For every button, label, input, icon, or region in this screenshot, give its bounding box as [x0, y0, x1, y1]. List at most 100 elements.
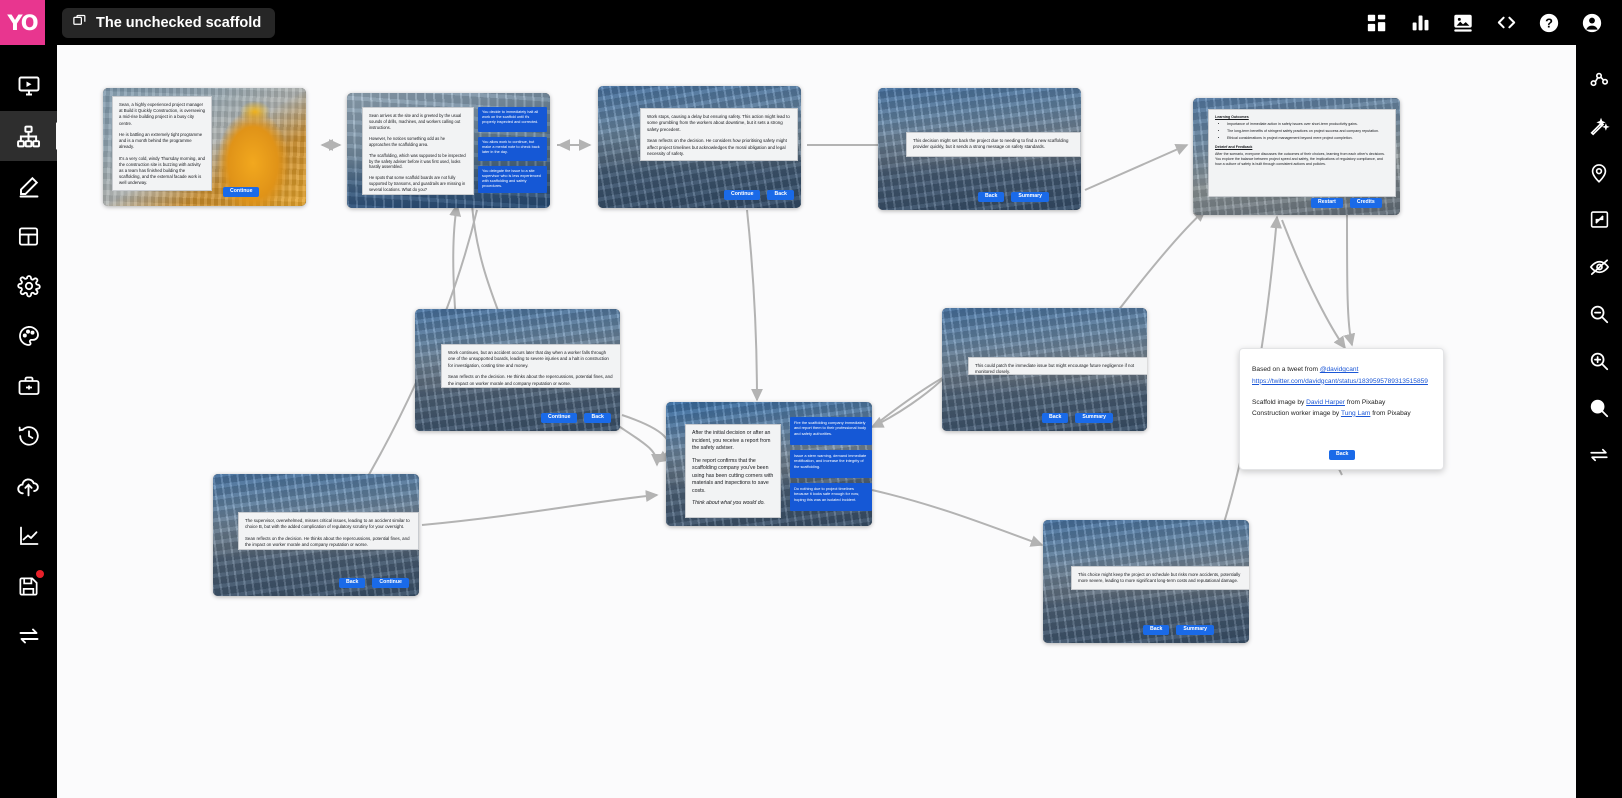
user-account-icon[interactable]	[1580, 11, 1604, 35]
node-accident[interactable]: Work continues, but an accident occurs l…	[415, 309, 620, 431]
back-button[interactable]: Back	[767, 189, 794, 200]
top-bar: YO The unchecked scaffold ?	[0, 0, 1622, 45]
node-choice-option[interactable]: Issue a stern warning, demand immediate …	[790, 450, 872, 478]
swap-arrows-icon[interactable]	[1576, 431, 1622, 478]
sidebar-item-stats[interactable]	[0, 511, 57, 561]
sidebar-item-settings[interactable]	[0, 261, 57, 311]
zoom-in-icon[interactable]	[1576, 337, 1622, 384]
back-button[interactable]: Back	[339, 577, 366, 588]
node-supervisor[interactable]: The supervisor, overwhelmed, misses crit…	[213, 474, 419, 596]
node-paragraph: Sean reflects on the decision. He consid…	[647, 138, 787, 156]
sidebar-item-save[interactable]	[0, 561, 57, 611]
node-choice-option[interactable]: You decide to immediately halt all work …	[478, 107, 547, 132]
node-paragraph: Sean reflects on the decision. He thinks…	[245, 535, 410, 548]
continue-button[interactable]: Continue	[724, 189, 761, 200]
credits-line-worker: Construction worker image by Tung Lam fr…	[1252, 409, 1431, 420]
right-toolbar	[1576, 45, 1622, 798]
back-button[interactable]: Back	[1143, 624, 1170, 635]
credits-worker-author-link[interactable]: Tung Lam	[1341, 410, 1370, 417]
node-paragraph: Sean reflects on the decision. He thinks…	[448, 374, 613, 386]
debrief-heading: Debrief and Feedback	[1215, 144, 1253, 149]
credits-twitter-handle-link[interactable]: @davidgcant	[1320, 366, 1359, 373]
node-text-panel: Work stops, causing a delay but ensuring…	[640, 108, 798, 161]
node-paragraph: It's a very cold, windy Thursday morning…	[119, 155, 206, 186]
list-item: The long-term benefits of stringent safe…	[1227, 129, 1389, 134]
code-brackets-icon[interactable]	[1494, 11, 1518, 35]
list-item: Ethical considerations in project manage…	[1227, 136, 1389, 141]
analytics-bar-chart-icon[interactable]	[1408, 11, 1432, 35]
continue-button[interactable]: Continue	[541, 412, 578, 423]
back-button[interactable]: Back	[1329, 449, 1356, 460]
sidebar-item-swap[interactable]	[0, 611, 57, 661]
node-credits[interactable]: Based on a tweet from @davidgcant https:…	[1239, 348, 1444, 470]
node-paragraph: This could patch the immediate issue but…	[975, 363, 1135, 375]
node-choice-option[interactable]: Fire the scaffolding company immediately…	[790, 417, 872, 445]
node-patch[interactable]: This could patch the immediate issue but…	[942, 308, 1147, 431]
credits-tweet-url-link[interactable]: https://twitter.com/davidgcant/status/18…	[1252, 378, 1428, 385]
sidebar-item-theme[interactable]	[0, 311, 57, 361]
node-text-panel: This choice might keep the project on sc…	[1071, 566, 1249, 590]
credits-scaffold-suffix: from Pixabay	[1344, 399, 1386, 407]
sidebar-item-flow[interactable]	[0, 111, 68, 161]
node-intro[interactable]: Sean, a highly experienced project manag…	[103, 88, 306, 206]
node-button-row: Continue Back	[724, 189, 794, 200]
back-button[interactable]: Back	[584, 412, 611, 423]
sidebar-item-preview[interactable]	[0, 61, 57, 111]
sidebar-item-layout[interactable]	[0, 211, 57, 261]
back-button[interactable]: Back	[978, 191, 1005, 202]
node-work-stops[interactable]: Work stops, causing a delay but ensuring…	[598, 86, 801, 208]
node-arrival[interactable]: Sean arrives at the site and is greeted …	[347, 93, 550, 208]
flow-canvas[interactable]: Sean, a highly experienced project manag…	[57, 45, 1576, 798]
zoom-out-icon[interactable]	[1576, 290, 1622, 337]
help-question-icon[interactable]: ?	[1537, 11, 1561, 35]
dashboard-grid-icon[interactable]	[1365, 11, 1389, 35]
node-choice-option[interactable]: You allow work to continue, but make a m…	[478, 137, 547, 161]
credits-scaffold-prefix: Scaffold image by	[1252, 399, 1307, 407]
node-text-panel: This decision might set back the project…	[906, 132, 1081, 157]
continue-button[interactable]: Continue	[372, 577, 409, 588]
fit-screen-icon[interactable]	[1576, 196, 1622, 243]
zoom-reset-icon[interactable]	[1576, 384, 1622, 431]
summary-button[interactable]: Summary	[1176, 624, 1215, 635]
credits-tweet-prefix: Based on a tweet from	[1252, 366, 1320, 373]
summary-button[interactable]: Summary	[1075, 412, 1114, 423]
node-button-row: Back Summary	[978, 191, 1050, 202]
list-item: Importance of immediate action in safety…	[1227, 122, 1389, 127]
node-paragraph: This decision might set back the project…	[913, 138, 1069, 150]
restart-button[interactable]: Restart	[1311, 197, 1343, 208]
node-choice-option[interactable]: Do nothing due to project timelines beca…	[790, 483, 872, 511]
project-title-chip[interactable]: The unchecked scaffold	[62, 7, 276, 38]
sidebar-item-history[interactable]	[0, 411, 57, 461]
node-text-panel: Sean arrives at the site and is greeted …	[362, 107, 474, 195]
sidebar-item-tools[interactable]	[0, 361, 57, 411]
magic-wand-icon[interactable]	[1576, 102, 1622, 149]
node-paragraph: Sean, a highly experienced project manag…	[119, 102, 205, 126]
node-report[interactable]: After the initial decision or after an i…	[666, 402, 872, 526]
node-text-panel: Sean, a highly experienced project manag…	[112, 96, 212, 191]
node-text-panel: This could patch the immediate issue but…	[968, 357, 1147, 375]
media-image-icon[interactable]	[1451, 11, 1475, 35]
node-graph-icon[interactable]	[1576, 55, 1622, 102]
back-button[interactable]: Back	[1042, 412, 1069, 423]
summary-button[interactable]: Summary	[1011, 191, 1050, 202]
learning-outcomes-heading: Learning Outcomes	[1215, 115, 1249, 119]
eye-hidden-icon[interactable]	[1576, 243, 1622, 290]
map-pin-icon[interactable]	[1576, 149, 1622, 196]
continue-button[interactable]: Continue	[223, 186, 260, 197]
node-paragraph: After the scenario, everyone discusses t…	[1215, 152, 1385, 167]
node-paragraph: After the initial decision or after an i…	[692, 430, 771, 452]
node-text-panel: After the initial decision or after an i…	[685, 424, 781, 518]
credits-button[interactable]: Credits	[1349, 197, 1382, 208]
node-schedule-risk[interactable]: This choice might keep the project on sc…	[1043, 520, 1249, 643]
node-choice-option[interactable]: You delegate the issue to a site supervi…	[478, 166, 547, 193]
node-learning-outcomes[interactable]: Learning Outcomes Importance of immediat…	[1193, 98, 1400, 215]
sidebar-item-publish[interactable]	[0, 461, 57, 511]
sidebar-item-edit[interactable]	[0, 161, 57, 211]
top-bar-icons: ?	[1365, 11, 1622, 35]
node-paragraph: This choice might keep the project on sc…	[1078, 572, 1241, 584]
node-setback[interactable]: This decision might set back the project…	[878, 88, 1081, 210]
credits-line-scaffold: Scaffold image by David Harper from Pixa…	[1252, 398, 1431, 409]
node-text-panel: The supervisor, overwhelmed, misses crit…	[238, 512, 419, 550]
app-logo[interactable]: YO	[0, 0, 45, 45]
credits-scaffold-author-link[interactable]: David Harper	[1306, 399, 1345, 406]
